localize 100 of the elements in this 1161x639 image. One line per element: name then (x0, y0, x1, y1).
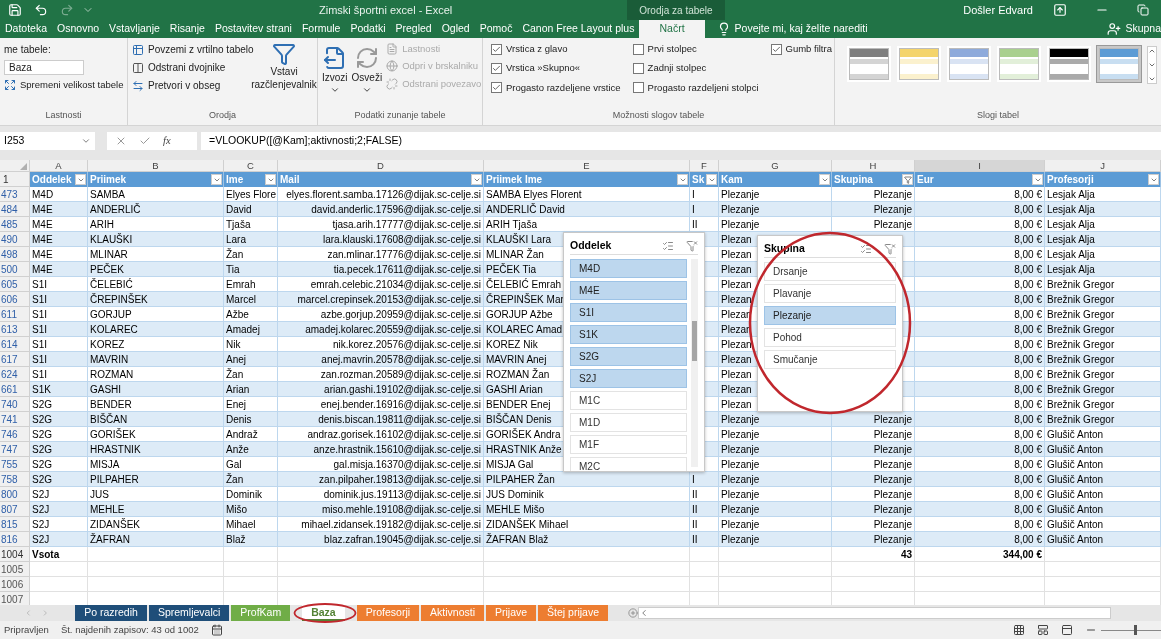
ribbon-tab[interactable]: Pregled (390, 20, 437, 38)
row-header[interactable]: 1007 (0, 592, 30, 605)
row-header[interactable]: 741 (0, 412, 30, 427)
row-header[interactable]: 747 (0, 442, 30, 457)
sheet-tab[interactable]: Po razredih (75, 605, 147, 621)
filter-dropdown-button[interactable] (75, 174, 86, 185)
resize-table-button[interactable]: Spremeni velikost tabele (4, 78, 124, 93)
scrollbar[interactable] (691, 259, 698, 467)
tool-button[interactable]: Povzemi z vrtilno tabelo (132, 42, 254, 57)
slicer-item[interactable]: M4D (570, 259, 687, 278)
row-header[interactable]: 1006 (0, 577, 30, 592)
slicer-item[interactable]: Drsanje (764, 262, 896, 281)
checkbox[interactable] (632, 62, 644, 74)
row-header[interactable]: 755 (0, 457, 30, 472)
row-header[interactable]: 614 (0, 337, 30, 352)
filter-dropdown-button[interactable] (902, 174, 913, 185)
slicer-item[interactable]: M2C (570, 457, 687, 471)
table-style-thumbnail[interactable] (1097, 46, 1141, 82)
row-header[interactable]: 800 (0, 487, 30, 502)
insert-function-button[interactable]: fx (163, 133, 171, 149)
share-button[interactable]: Skupna (1107, 20, 1161, 38)
more-icon[interactable] (1148, 75, 1156, 83)
slicer-item[interactable]: M4E (570, 281, 687, 300)
row-header[interactable]: 815 (0, 517, 30, 532)
ribbon-tab[interactable]: Datoteka (0, 20, 53, 38)
filter-dropdown-button[interactable] (677, 174, 688, 185)
row-header[interactable]: 605 (0, 277, 30, 292)
row-header[interactable]: 485 (0, 217, 30, 232)
ribbon-tab[interactable]: Formule (296, 20, 346, 38)
scroll-up-icon[interactable] (1148, 47, 1156, 55)
restore-icon[interactable] (1137, 4, 1149, 16)
row-header[interactable]: 617 (0, 352, 30, 367)
slicer-item[interactable]: Plavanje (764, 284, 896, 303)
ribbon-tab[interactable]: Ogled (436, 20, 475, 38)
slicer-item[interactable]: Pohod (764, 328, 896, 347)
column-header[interactable]: F (690, 160, 719, 171)
ribbon-tab[interactable]: Risanje (164, 20, 210, 38)
row-header[interactable]: 613 (0, 322, 30, 337)
ribbon-display-icon[interactable] (1053, 3, 1067, 17)
checkbox[interactable] (491, 62, 502, 74)
undo-icon[interactable] (34, 3, 48, 17)
clear-filter-icon[interactable] (686, 239, 698, 252)
slicer-item[interactable]: S1K (570, 325, 687, 344)
enter-icon[interactable] (139, 135, 151, 147)
filter-dropdown-button[interactable] (1148, 174, 1159, 185)
filter-dropdown-button[interactable] (211, 174, 222, 185)
row-header[interactable]: 624 (0, 367, 30, 382)
export-button[interactable]: Izvozi (322, 42, 348, 109)
horizontal-scrollbar[interactable] (638, 607, 1111, 619)
row-header[interactable]: 611 (0, 307, 30, 322)
table-name-field[interactable]: Baza (4, 60, 84, 75)
slicer-item[interactable]: M1D (570, 413, 687, 432)
sheet-tab[interactable]: Spremljevalci (148, 605, 230, 621)
row-header[interactable]: 661 (0, 382, 30, 397)
filter-dropdown-button[interactable] (265, 174, 276, 185)
column-header[interactable]: A (30, 160, 88, 171)
column-header[interactable]: D (278, 160, 484, 171)
slicer-item[interactable]: M1C (570, 391, 687, 410)
cancel-icon[interactable] (115, 135, 127, 147)
column-header[interactable]: B (88, 160, 224, 171)
row-header[interactable]: 500 (0, 262, 30, 277)
slicer-item[interactable]: S2J (570, 369, 687, 388)
table-style-thumbnail[interactable] (1047, 46, 1091, 82)
slicer-item[interactable]: S2G (570, 347, 687, 366)
checkbox[interactable] (632, 82, 644, 94)
row-header[interactable]: 1004 (0, 547, 30, 562)
slicer-item[interactable]: Smučanje (764, 350, 896, 369)
slicer-item[interactable]: S1I (570, 303, 687, 322)
scroll-down-icon[interactable] (1148, 61, 1156, 69)
refresh-button[interactable]: Osveži (351, 42, 383, 109)
ribbon-tab[interactable]: Podatki (345, 20, 391, 38)
checkbox[interactable] (632, 43, 644, 55)
checkbox[interactable] (491, 82, 502, 94)
ribbon-tab[interactable]: Vstavljanje (104, 20, 165, 38)
row-header[interactable]: 746 (0, 427, 30, 442)
tell-me-field[interactable]: Povejte mi, kaj želite narediti (716, 20, 868, 38)
column-header[interactable]: J (1045, 160, 1161, 171)
row-header[interactable]: 473 (0, 187, 30, 202)
column-header[interactable]: C (224, 160, 278, 171)
normal-view-icon[interactable] (1013, 624, 1025, 636)
row-header[interactable]: 490 (0, 232, 30, 247)
filter-dropdown-button[interactable] (471, 174, 482, 185)
filter-dropdown-button[interactable] (1032, 174, 1043, 185)
ribbon-tab[interactable]: Pomoč (474, 20, 518, 38)
row-header[interactable]: 816 (0, 532, 30, 547)
checkbox[interactable] (770, 43, 782, 55)
checkbox[interactable] (491, 43, 502, 55)
zoom-slider[interactable] (1101, 625, 1161, 635)
add-sheet-icon[interactable] (628, 606, 639, 620)
table-style-thumbnail[interactable] (947, 46, 991, 82)
column-header[interactable]: I (915, 160, 1045, 171)
ribbon-tab[interactable]: Postavitev strani (209, 20, 297, 38)
filter-dropdown-button[interactable] (706, 174, 717, 185)
sheet-tab[interactable]: Baza (302, 605, 345, 621)
page-break-icon[interactable] (1061, 624, 1073, 636)
clear-filter-icon[interactable] (884, 242, 896, 255)
row-header[interactable]: 606 (0, 292, 30, 307)
ribbon-tab[interactable]: Načrt (639, 20, 705, 38)
row-header[interactable]: 758 (0, 472, 30, 487)
row-header[interactable]: 807 (0, 502, 30, 517)
